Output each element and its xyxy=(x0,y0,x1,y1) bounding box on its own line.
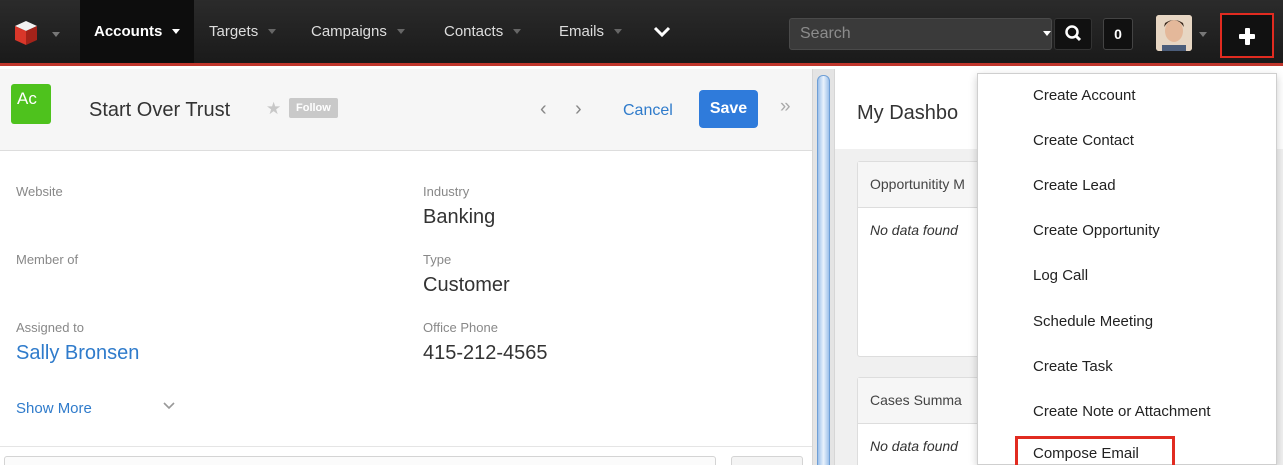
search-module-caret-icon[interactable] xyxy=(1043,31,1051,36)
menu-item-label: Log Call xyxy=(1033,267,1089,284)
nav-tab-contacts[interactable]: Contacts xyxy=(430,0,535,63)
quick-create-menu: Create Account Create Contact Create Lea… xyxy=(977,73,1277,465)
assigned-to-link[interactable]: Sally Bronsen xyxy=(16,342,139,365)
caret-down-icon[interactable] xyxy=(268,29,277,34)
caret-down-icon[interactable] xyxy=(614,29,623,34)
nav-tab-campaigns[interactable]: Campaigns xyxy=(297,0,419,63)
menu-item-create-task[interactable]: Create Task xyxy=(978,345,1276,390)
search-placeholder: Search xyxy=(800,25,851,42)
submit-activity-button[interactable] xyxy=(731,456,803,465)
notification-count: 0 xyxy=(1114,26,1122,42)
nav-tab-label: Targets xyxy=(209,23,259,40)
menu-item-label: Create Task xyxy=(1033,358,1113,375)
website-label: Website xyxy=(16,184,63,199)
user-avatar[interactable] xyxy=(1156,15,1192,51)
industry-label: Industry xyxy=(423,184,470,199)
menu-item-create-opportunity[interactable]: Create Opportunity xyxy=(978,209,1276,254)
global-search-input[interactable]: Search xyxy=(789,18,1052,50)
office-phone-value[interactable]: 415-212-4565 xyxy=(423,342,548,365)
next-record-icon[interactable]: › xyxy=(575,98,582,121)
user-photo-icon xyxy=(1156,15,1192,51)
logo-menu-caret-icon[interactable] xyxy=(52,32,60,37)
menu-item-label: Create Opportunity xyxy=(1033,222,1160,239)
menu-item-schedule-meeting[interactable]: Schedule Meeting xyxy=(978,300,1276,345)
menu-item-create-note[interactable]: Create Note or Attachment xyxy=(978,390,1276,435)
save-button[interactable]: Save xyxy=(699,90,758,128)
notifications-button[interactable]: 0 xyxy=(1103,18,1133,50)
menu-item-create-account[interactable]: Create Account xyxy=(978,74,1276,119)
show-more-link[interactable]: Show More xyxy=(16,400,92,417)
module-badge: Ac xyxy=(11,84,51,124)
menu-item-label: Create Account xyxy=(1033,87,1136,104)
user-menu-caret-icon[interactable] xyxy=(1199,32,1207,37)
industry-value[interactable]: Banking xyxy=(423,206,495,229)
activity-stream-input-area xyxy=(0,446,812,465)
nav-tab-label: Accounts xyxy=(94,23,163,40)
menu-item-create-contact[interactable]: Create Contact xyxy=(978,119,1276,164)
menu-item-compose-email[interactable]: Compose Email xyxy=(978,432,1276,465)
nav-tab-targets[interactable]: Targets xyxy=(195,0,290,63)
search-icon xyxy=(1065,25,1082,42)
sugarcrm-logo-icon[interactable] xyxy=(14,20,38,46)
toggle-sidebar-icon[interactable]: » xyxy=(780,96,791,118)
nav-tab-label: Emails xyxy=(559,23,605,40)
menu-item-create-lead[interactable]: Create Lead xyxy=(978,164,1276,209)
pane-splitter[interactable] xyxy=(812,69,835,465)
type-value[interactable]: Customer xyxy=(423,274,510,297)
more-tabs-chevron-icon[interactable] xyxy=(653,25,671,39)
record-header: Ac Start Over Trust ★ Follow ‹ › Cancel … xyxy=(0,69,812,151)
menu-item-label: Create Contact xyxy=(1033,132,1134,149)
office-phone-label: Office Phone xyxy=(423,320,498,335)
record-title: Start Over Trust xyxy=(89,99,231,121)
menu-item-log-call[interactable]: Log Call xyxy=(978,254,1276,299)
previous-record-icon[interactable]: ‹ xyxy=(540,98,547,121)
nav-tab-label: Contacts xyxy=(444,23,504,40)
highlight-box xyxy=(1015,436,1175,465)
menu-item-label: Create Lead xyxy=(1033,177,1116,194)
caret-down-icon[interactable] xyxy=(513,29,522,34)
menu-item-label: Schedule Meeting xyxy=(1033,313,1154,330)
top-navigation-bar: Accounts Targets Campaigns Contacts Emai… xyxy=(0,0,1283,66)
nav-tab-emails[interactable]: Emails xyxy=(545,0,636,63)
caret-down-icon[interactable] xyxy=(172,29,181,34)
quick-create-button[interactable] xyxy=(1220,13,1274,58)
assigned-to-label: Assigned to xyxy=(16,320,84,335)
splitter-grip-handle[interactable] xyxy=(817,75,830,465)
caret-down-icon[interactable] xyxy=(396,29,405,34)
menu-item-label: Create Note or Attachment xyxy=(1033,403,1211,420)
nav-tab-label: Campaigns xyxy=(311,23,387,40)
plus-icon-vertical xyxy=(1245,28,1250,45)
follow-button[interactable]: Follow xyxy=(289,98,338,118)
favorite-star-icon[interactable]: ★ xyxy=(266,99,281,119)
chevron-down-icon[interactable] xyxy=(162,400,176,412)
activity-input[interactable] xyxy=(4,456,716,465)
member-of-label: Member of xyxy=(16,252,79,267)
nav-tab-accounts[interactable]: Accounts xyxy=(80,0,195,63)
search-button[interactable] xyxy=(1054,18,1092,50)
type-label: Type xyxy=(423,252,452,267)
cancel-button[interactable]: Cancel xyxy=(623,102,673,120)
dashboard-title: My Dashbo xyxy=(857,102,959,124)
